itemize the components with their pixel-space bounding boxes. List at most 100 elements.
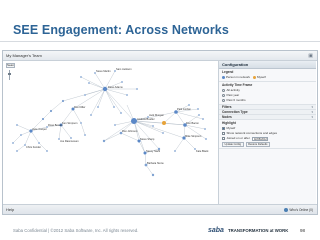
filters-title: Filters [222, 105, 232, 109]
graph-node[interactable] [70, 137, 72, 139]
node-label: Don Bacon [186, 121, 199, 125]
graph-node-labels: Dave Adams Andrew Bueller Steve Martin S… [26, 67, 209, 165]
slide-title-bar: SEE Engagement: Across Networks [0, 0, 320, 42]
graph-node[interactable] [120, 112, 122, 114]
node-label: Jane Cooper [32, 127, 47, 131]
checkbox-checked-icon[interactable] [222, 127, 225, 130]
slide-footer: Saba Confidential | ©2012 Saba Software,… [0, 224, 320, 240]
node-label: Joe Rasmussen [60, 139, 79, 143]
connection-type-title: Connection Type [222, 110, 248, 114]
graph-node[interactable] [113, 106, 115, 108]
config-button-row: Update Config Restore Defaults [222, 142, 313, 147]
graph-node[interactable] [102, 139, 106, 143]
graph-node[interactable] [174, 150, 176, 152]
graph-node[interactable] [198, 114, 200, 116]
graph-node[interactable] [102, 86, 108, 92]
graph-node[interactable] [46, 150, 48, 152]
confidential-notice: Saba Confidential | ©2012 Saba Software,… [13, 228, 139, 233]
graph-node[interactable] [202, 118, 204, 120]
node-label: Mike Simpson [185, 134, 202, 138]
graph-node[interactable] [90, 114, 92, 116]
graph-node[interactable] [136, 88, 138, 90]
graph-node[interactable] [205, 138, 207, 140]
graph-node[interactable] [97, 106, 99, 108]
node-label: Ron Johnson [122, 129, 138, 133]
date-field[interactable]: 02/08/2012 [251, 136, 268, 141]
saba-logo: saba [208, 227, 224, 234]
network-graph-canvas[interactable]: Dave Adams Andrew Bueller Steve Martin S… [3, 63, 217, 203]
checkbox-icon[interactable] [222, 137, 225, 140]
activity-option-past-6-months[interactable]: Past 6 months [222, 98, 313, 103]
activity-section: Activity Time Frame All activity Past ye… [219, 82, 316, 105]
graph-node[interactable] [49, 109, 53, 113]
configuration-header[interactable]: Configuration [219, 61, 316, 69]
graph-node[interactable] [152, 125, 154, 127]
node-label: Ron Diller [74, 105, 86, 109]
node-label: Andrew Bueller [137, 117, 155, 121]
radio-icon[interactable] [222, 89, 225, 92]
footer-tagline: TRANSFORMATION at WORK [228, 228, 289, 233]
graph-node[interactable] [162, 132, 164, 134]
node-label: Nancy Stahl [146, 149, 160, 153]
update-config-button[interactable]: Update Config [222, 142, 244, 147]
nodes-section[interactable]: Nodes ▾ [219, 115, 316, 120]
legend-person-swatch [222, 76, 225, 79]
graph-node[interactable] [121, 81, 123, 83]
network-graph[interactable]: Dave Adams Andrew Bueller Steve Martin S… [3, 63, 217, 203]
graph-node[interactable] [84, 94, 86, 96]
graph-node[interactable] [126, 94, 128, 96]
graph-node[interactable] [114, 124, 116, 126]
graph-node[interactable] [20, 134, 22, 136]
node-label: Barbara Stone [147, 161, 164, 165]
graph-node[interactable] [16, 150, 18, 152]
graph-node[interactable] [204, 128, 206, 130]
activity-option-label: Past 6 months [226, 98, 246, 102]
graph-node[interactable] [41, 117, 45, 121]
graph-node[interactable] [151, 173, 155, 177]
node-label: Kate Black [196, 149, 209, 153]
legend-myself-swatch [253, 76, 257, 79]
legend-row: Person in network Myself [222, 75, 313, 80]
node-label: Sam Jackson [116, 67, 132, 71]
configuration-panel: Configuration Legend Person in network M… [218, 61, 316, 204]
graph-node[interactable] [80, 122, 82, 124]
graph-node[interactable] [16, 124, 18, 126]
chevron-down-icon[interactable]: ▾ [311, 115, 313, 120]
node-label: Patti Jordan [177, 107, 191, 111]
graph-node[interactable] [12, 142, 14, 144]
graph-node[interactable] [188, 104, 190, 106]
legend-myself-label: Myself [257, 75, 266, 79]
highlight-date-label: Joined on or after [226, 136, 250, 140]
graph-node[interactable] [197, 108, 199, 110]
app-title: My Manager's Team [6, 53, 42, 58]
maximize-icon[interactable]: ▣ [308, 53, 313, 59]
node-label: Chris Fender [26, 145, 41, 149]
graph-node[interactable] [61, 99, 65, 103]
slide-title: SEE Engagement: Across Networks [13, 23, 229, 37]
graph-node[interactable] [88, 82, 90, 84]
checkbox-icon[interactable] [222, 132, 225, 135]
highlight-date-option[interactable]: Joined on or after 02/08/2012 [222, 136, 313, 141]
node-label: Steve Martin [96, 69, 111, 73]
restore-defaults-button[interactable]: Restore Defaults [245, 142, 270, 147]
whos-online-button[interactable]: Who's Online (0) [284, 206, 313, 214]
highlight-section: Highlight Myself Show network connection… [219, 120, 316, 149]
online-status-icon [284, 208, 289, 213]
node-label: Steve Sharp [140, 137, 155, 141]
graph-node[interactable] [38, 142, 40, 144]
radio-icon[interactable] [222, 99, 225, 102]
graph-node[interactable] [84, 134, 86, 136]
page-number: 98 [300, 228, 306, 233]
node-label: Ken Simpson [62, 121, 78, 125]
node-label: Jack Morgan [149, 113, 164, 117]
app-header: My Manager's Team ▣ [3, 51, 317, 61]
node-label: Rose Bowen [48, 123, 63, 127]
help-bar: Help Who's Online (0) [3, 204, 317, 214]
radio-selected-icon[interactable] [222, 94, 225, 97]
graph-node[interactable] [80, 76, 82, 78]
help-link[interactable]: Help [6, 206, 14, 214]
legend-section: Legend Person in network Myself [219, 69, 316, 82]
nodes-title: Nodes [222, 115, 232, 119]
graph-node-myself[interactable] [162, 121, 166, 125]
node-label: Dave Adams [108, 85, 123, 89]
